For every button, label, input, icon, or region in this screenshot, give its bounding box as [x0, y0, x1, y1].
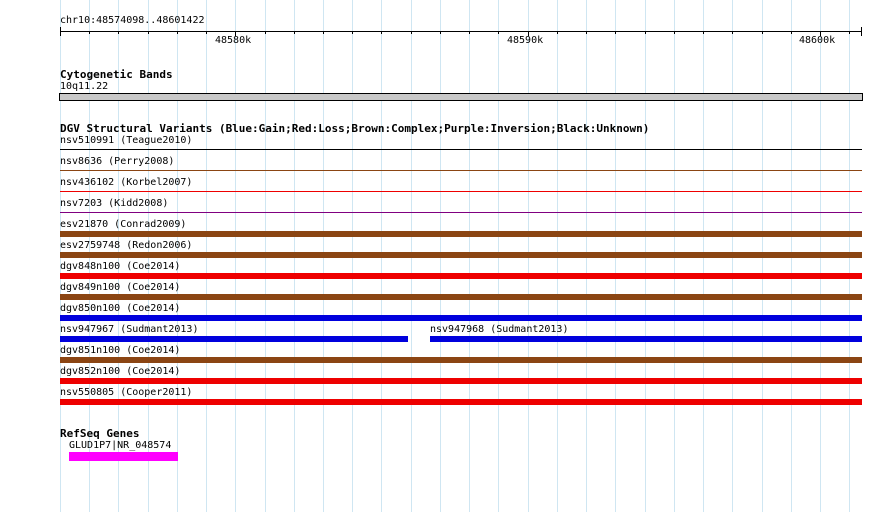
ruler-minor-tick	[732, 31, 733, 34]
ruler-minor-tick	[557, 31, 558, 34]
dgv-feature-label: esv21870 (Conrad2009)	[60, 219, 187, 230]
ruler-minor-tick	[498, 31, 499, 34]
cytoband-bar[interactable]	[59, 93, 863, 101]
dgv-feature-gain[interactable]	[60, 336, 408, 342]
ruler-minor-tick	[177, 31, 178, 34]
ruler-minor-tick	[118, 31, 119, 34]
ruler-minor-tick	[586, 31, 587, 34]
ruler-minor-tick	[89, 31, 90, 34]
dgv-feature-label: dgv848n100 (Coe2014)	[60, 261, 181, 272]
ruler-minor-tick	[206, 31, 207, 34]
location-label: chr10:48574098..48601422	[60, 15, 205, 26]
dgv-feature-label: nsv550805 (Cooper2011)	[60, 387, 193, 398]
cytoband-track-title[interactable]: Cytogenetic Bands	[60, 68, 173, 81]
dgv-feature-loss[interactable]	[60, 399, 862, 405]
dgv-feature-unknown[interactable]	[60, 149, 862, 150]
dgv-feature-label: nsv510991 (Teague2010)	[60, 135, 193, 146]
ruler-minor-tick	[411, 31, 412, 34]
dgv-feature-loss[interactable]	[60, 273, 862, 279]
ruler-minor-tick	[381, 31, 382, 34]
ruler-minor-tick	[849, 31, 850, 34]
dgv-feature-gain[interactable]	[430, 336, 862, 342]
ruler-minor-tick	[265, 31, 266, 34]
scale-label: 48590k	[507, 35, 544, 46]
ruler-minor-tick	[674, 31, 675, 34]
dgv-feature-label: esv2759748 (Redon2006)	[60, 240, 193, 251]
genome-browser-panel: chr10:48574098..48601422 48580k 48590k 4…	[0, 0, 890, 512]
ruler-end-left	[60, 27, 61, 36]
ruler-minor-tick	[615, 31, 616, 34]
gene-feature[interactable]	[69, 452, 178, 461]
ruler-minor-tick	[148, 31, 149, 34]
ruler-end-right	[861, 27, 862, 36]
refseq-track-title[interactable]: RefSeq Genes	[60, 427, 139, 440]
scale-label: 48600k	[799, 35, 836, 46]
dgv-feature-label: nsv947968 (Sudmant2013)	[430, 324, 569, 335]
dgv-feature-label: nsv8636 (Perry2008)	[60, 156, 175, 167]
ruler-axis	[60, 31, 862, 32]
dgv-feature-label: nsv7203 (Kidd2008)	[60, 198, 169, 209]
dgv-feature-loss[interactable]	[60, 378, 862, 384]
ruler-minor-tick	[323, 31, 324, 34]
ruler-minor-tick	[762, 31, 763, 34]
dgv-feature-gain[interactable]	[60, 315, 862, 321]
dgv-feature-complex[interactable]	[60, 170, 862, 171]
dgv-feature-complex[interactable]	[60, 357, 862, 363]
ruler-minor-tick	[791, 31, 792, 34]
cytoband-label: 10q11.22	[60, 81, 109, 92]
gene-label: GLUD1P7|NR_048574	[69, 440, 172, 451]
dgv-feature-label: dgv849n100 (Coe2014)	[60, 282, 181, 293]
dgv-feature-complex[interactable]	[60, 294, 862, 300]
dgv-feature-label: dgv850n100 (Coe2014)	[60, 303, 181, 314]
dgv-track-title[interactable]: DGV Structural Variants (Blue:Gain;Red:L…	[60, 122, 649, 135]
ruler-minor-tick	[703, 31, 704, 34]
dgv-feature-label: nsv947967 (Sudmant2013)	[60, 324, 199, 335]
ruler-minor-tick	[294, 31, 295, 34]
ruler-minor-tick	[645, 31, 646, 34]
dgv-feature-complex[interactable]	[60, 231, 862, 237]
ruler-minor-tick	[469, 31, 470, 34]
scale-label: 48580k	[215, 35, 252, 46]
dgv-feature-label: dgv852n100 (Coe2014)	[60, 366, 181, 377]
dgv-feature-label: nsv436102 (Korbel2007)	[60, 177, 193, 188]
ruler-minor-tick	[440, 31, 441, 34]
ruler-minor-tick	[352, 31, 353, 34]
dgv-feature-loss[interactable]	[60, 191, 862, 192]
dgv-feature-label: dgv851n100 (Coe2014)	[60, 345, 181, 356]
dgv-feature-inversion[interactable]	[60, 212, 862, 213]
dgv-feature-complex[interactable]	[60, 252, 862, 258]
